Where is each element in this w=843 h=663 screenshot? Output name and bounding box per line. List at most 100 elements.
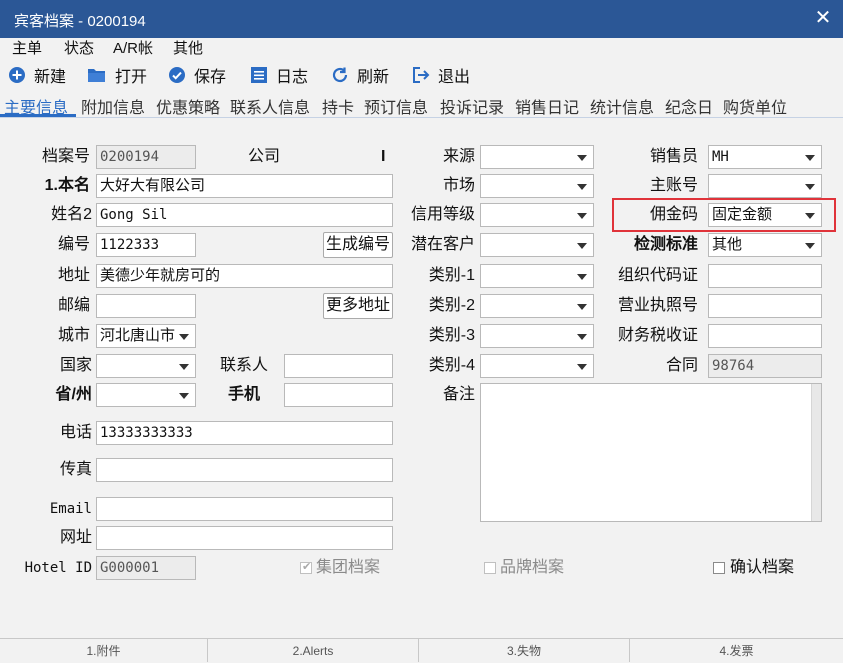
cat2-select[interactable] — [480, 294, 594, 318]
tab-complaints[interactable]: 投诉记录 — [440, 94, 504, 118]
tax-cert-field[interactable] — [708, 324, 822, 348]
address-label: 地址 — [57, 267, 90, 284]
org-code-label: 组织代码证 — [617, 267, 698, 284]
title-bar: 宾客档案 - 0200194 ✕ — [0, 0, 843, 38]
cat4-select[interactable] — [480, 354, 594, 378]
tab-reservations[interactable]: 预订信息 — [364, 94, 428, 118]
chevron-down-icon — [577, 213, 587, 219]
close-icon[interactable]: ✕ — [811, 6, 835, 30]
sales-value: MH — [712, 149, 729, 165]
master-account-select[interactable] — [708, 174, 822, 198]
potential-select[interactable] — [480, 233, 594, 257]
source-select[interactable] — [480, 145, 594, 169]
open-button[interactable]: 打开 — [87, 63, 147, 87]
menu-other[interactable]: 其他 — [173, 38, 203, 60]
chevron-down-icon — [577, 304, 587, 310]
phone-field[interactable]: 13333333333 — [96, 421, 393, 445]
group-file-label: 集团档案 — [316, 559, 381, 576]
bottom-tab-alerts[interactable]: 2.Alerts — [208, 639, 419, 662]
source-label: 来源 — [442, 148, 475, 165]
fax-label: 传真 — [59, 461, 92, 478]
save-button[interactable]: 保存 — [168, 63, 226, 87]
address-field[interactable]: 美德少年就房可的 — [96, 264, 393, 288]
sales-select[interactable]: MH — [708, 145, 822, 169]
file-no-field: 0200194 — [96, 145, 196, 169]
new-label: 新建 — [34, 69, 67, 86]
chevron-down-icon — [577, 184, 587, 190]
plus-icon — [9, 67, 25, 83]
file-no-label: 档案号 — [41, 148, 90, 165]
mobile-label: 手机 — [227, 386, 260, 403]
chevron-down-icon — [577, 155, 587, 161]
refresh-button[interactable]: 刷新 — [331, 63, 389, 87]
brand-file-label: 品牌档案 — [500, 559, 565, 576]
bottom-tab-attachments[interactable]: 1.附件 — [0, 639, 208, 662]
commission-value: 固定金额 — [712, 206, 773, 223]
log-button[interactable]: 日志 — [250, 63, 308, 87]
menu-ar[interactable]: A/R帐 — [113, 38, 153, 60]
menu-main[interactable]: 主单 — [12, 38, 42, 60]
exit-button[interactable]: 退出 — [412, 63, 470, 87]
phone-label: 电话 — [59, 424, 92, 441]
market-select[interactable] — [480, 174, 594, 198]
tab-anniversary[interactable]: 纪念日 — [665, 94, 713, 118]
email-field[interactable] — [96, 497, 393, 521]
country-label: 国家 — [59, 357, 92, 374]
contact-label: 联系人 — [219, 357, 268, 374]
email-label: Email — [49, 501, 92, 517]
chevron-down-icon — [179, 364, 189, 370]
city-label: 城市 — [57, 327, 90, 344]
tab-extra-info[interactable]: 附加信息 — [81, 94, 145, 118]
confirm-file-checkbox[interactable] — [713, 562, 725, 574]
website-field[interactable] — [96, 526, 393, 550]
city-select[interactable]: 河北唐山市 — [96, 324, 196, 348]
save-label: 保存 — [194, 69, 227, 86]
commission-select[interactable]: 固定金额 — [708, 203, 822, 227]
generate-code-button[interactable]: 生成编号 — [323, 232, 393, 258]
country-select[interactable] — [96, 354, 196, 378]
cat1-select[interactable] — [480, 264, 594, 288]
province-select[interactable] — [96, 383, 196, 407]
contract-label: 合同 — [665, 357, 698, 374]
mobile-field[interactable] — [284, 383, 393, 407]
cat3-select[interactable] — [480, 324, 594, 348]
tab-sales-diary[interactable]: 销售日记 — [515, 94, 579, 118]
group-file-checkbox[interactable]: ✔ — [300, 561, 312, 574]
tab-cards[interactable]: 持卡 — [322, 94, 354, 118]
tab-statistics[interactable]: 统计信息 — [590, 94, 654, 118]
tab-discount[interactable]: 优惠策略 — [156, 94, 220, 118]
menu-status[interactable]: 状态 — [64, 38, 94, 60]
bottom-tab-lost-items[interactable]: 3.失物 — [419, 639, 630, 662]
chevron-down-icon — [577, 364, 587, 370]
contact-field[interactable] — [284, 354, 393, 378]
more-address-button[interactable]: 更多地址 — [323, 293, 393, 319]
open-label: 打开 — [115, 69, 148, 86]
potential-label: 潜在客户 — [410, 236, 475, 253]
check-standard-select[interactable]: 其他 — [708, 233, 822, 257]
new-button[interactable]: 新建 — [8, 63, 66, 87]
commission-label: 佣金码 — [649, 206, 698, 223]
bottom-tab-bar: 1.附件 2.Alerts 3.失物 4.发票 — [0, 638, 843, 662]
remark-label: 备注 — [442, 386, 475, 403]
tab-purchaser[interactable]: 购货单位 — [723, 94, 787, 118]
cat3-label: 类别-3 — [428, 327, 475, 344]
cat1-label: 类别-1 — [428, 267, 475, 284]
name2-field[interactable]: Gong Sil — [96, 203, 393, 227]
remark-scrollbar[interactable] — [811, 384, 821, 521]
chevron-down-icon — [805, 213, 815, 219]
chevron-down-icon — [577, 243, 587, 249]
zip-field[interactable] — [96, 294, 196, 318]
credit-select[interactable] — [480, 203, 594, 227]
city-value: 河北唐山市 — [100, 327, 176, 344]
fax-field[interactable] — [96, 458, 393, 482]
org-code-field[interactable] — [708, 264, 822, 288]
business-license-field[interactable] — [708, 294, 822, 318]
name1-field[interactable]: 大好大有限公司 — [96, 174, 393, 198]
brand-file-checkbox[interactable] — [484, 562, 496, 574]
tab-contacts[interactable]: 联系人信息 — [230, 94, 310, 118]
remark-textarea[interactable] — [480, 383, 822, 522]
active-tab-indicator — [0, 114, 76, 117]
bottom-tab-invoices[interactable]: 4.发票 — [630, 639, 843, 662]
zip-label: 邮编 — [57, 297, 90, 314]
code-field[interactable]: 1122333 — [96, 233, 196, 257]
